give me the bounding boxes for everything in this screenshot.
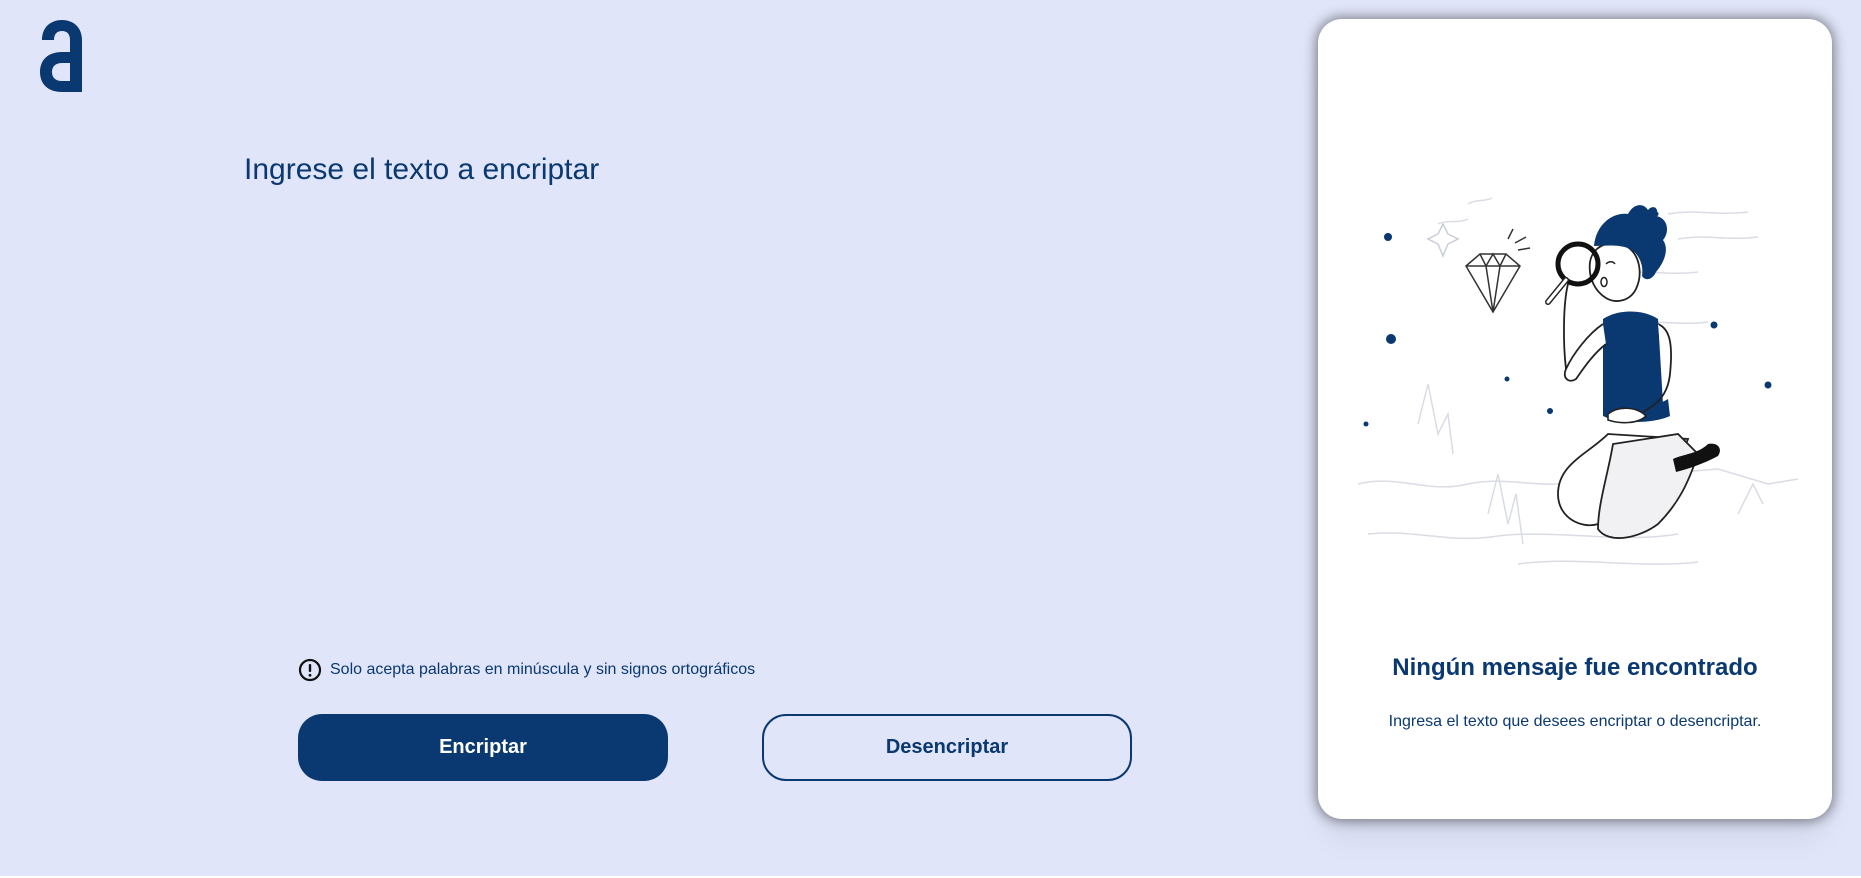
hint-text: Solo acepta palabras en minúscula y sin … bbox=[330, 661, 756, 678]
logo-icon bbox=[40, 20, 82, 92]
input-hint: Solo acepta palabras en minúscula y sin … bbox=[298, 658, 755, 682]
encrypt-button[interactable]: Encriptar bbox=[298, 714, 668, 781]
empty-state-title: Ningún mensaje fue encontrado bbox=[1392, 654, 1758, 681]
output-panel: Ningún mensaje fue encontrado Ingresa el… bbox=[1318, 19, 1832, 819]
message-input[interactable] bbox=[244, 150, 1124, 620]
decrypt-button[interactable]: Desencriptar bbox=[762, 714, 1132, 781]
person-with-magnifier-illustration-icon bbox=[1358, 197, 1798, 565]
empty-state-subtitle: Ingresa el texto que desees encriptar o … bbox=[1388, 713, 1762, 730]
exclamation-circle-icon bbox=[298, 658, 322, 682]
